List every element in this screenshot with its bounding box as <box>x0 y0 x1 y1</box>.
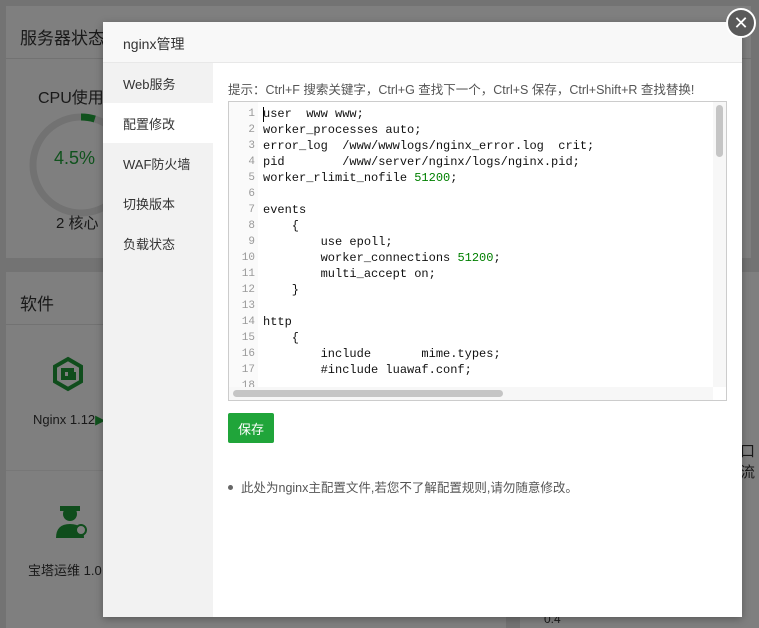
code-line: 16 include mime.types; <box>229 346 699 362</box>
line-code: use epoll; <box>263 235 393 249</box>
line-code: error_log /www/wwwlogs/nginx_error.log c… <box>263 139 595 153</box>
code-line: 5 worker_rlimit_nofile 51200; <box>229 170 699 186</box>
line-code: http <box>263 315 292 329</box>
code-line: 1 user www www; <box>229 106 699 122</box>
code-line: 14 http <box>229 314 699 330</box>
vertical-scrollbar[interactable] <box>713 102 726 387</box>
line-code: worker_processes auto; <box>263 123 422 137</box>
sidebar-item-web-service[interactable]: Web服务 <box>103 63 213 103</box>
dialog-body: Web服务 配置修改 WAF防火墙 切换版本 负载状态 提示：Ctrl+F 搜索… <box>103 63 742 617</box>
code-line: 15 { <box>229 330 699 346</box>
dialog-sidebar: Web服务 配置修改 WAF防火墙 切换版本 负载状态 <box>103 63 213 617</box>
line-number: 3 <box>248 140 255 152</box>
line-code: } <box>263 283 300 297</box>
horizontal-scrollbar-thumb[interactable] <box>233 390 503 397</box>
line-code: worker_rlimit_nofile 51200; <box>263 171 458 185</box>
code-line: 6 <box>229 186 699 202</box>
config-note: 此处为nginx主配置文件,若您不了解配置规则,请勿随意修改。 <box>228 477 578 496</box>
line-code: { <box>263 219 300 233</box>
line-number: 7 <box>248 204 255 216</box>
line-number: 9 <box>248 236 255 248</box>
line-code: multi_accept on; <box>263 267 436 281</box>
line-number: 14 <box>241 316 255 328</box>
line-number: 17 <box>241 364 255 376</box>
dialog-title: nginx管理 <box>123 36 185 52</box>
code-line: 17 #include luawaf.conf; <box>229 362 699 378</box>
line-code: pid /www/server/nginx/logs/nginx.pid; <box>263 155 580 169</box>
line-code: include mime.types; <box>263 347 501 361</box>
sidebar-item-waf[interactable]: WAF防火墙 <box>103 143 213 183</box>
code-line: 9 use epoll; <box>229 234 699 250</box>
line-code: events <box>263 203 307 217</box>
code-line: 8 { <box>229 218 699 234</box>
code-line: 4 pid /www/server/nginx/logs/nginx.pid; <box>229 154 699 170</box>
config-note-text: 此处为nginx主配置文件,若您不了解配置规则,请勿随意修改。 <box>241 481 578 495</box>
line-number: 11 <box>241 268 255 280</box>
line-number: 5 <box>248 172 255 184</box>
code-editor[interactable]: 1 user www www; 2 worker_processes auto; 3 er… <box>228 101 727 401</box>
line-code: user www www; <box>263 107 364 121</box>
line-number: 16 <box>241 348 255 360</box>
code-line: 13 <box>229 298 699 314</box>
sidebar-item-config-edit[interactable]: 配置修改 <box>103 103 213 143</box>
vertical-scrollbar-thumb[interactable] <box>716 105 723 157</box>
code-line: 2 worker_processes auto; <box>229 122 699 138</box>
line-number: 4 <box>248 156 255 168</box>
code-line: 7 events <box>229 202 699 218</box>
line-code: { <box>263 331 300 345</box>
line-code: worker_connections 51200; <box>263 251 501 265</box>
sidebar-item-load-status[interactable]: 负载状态 <box>103 223 213 263</box>
nginx-manager-dialog: nginx管理 Web服务 配置修改 WAF防火墙 切换版本 负载状态 提示：C… <box>103 22 742 617</box>
horizontal-scrollbar[interactable] <box>229 387 713 400</box>
line-number: 13 <box>241 300 255 312</box>
code-line: 3 error_log /www/wwwlogs/nginx_error.log … <box>229 138 699 154</box>
line-number: 10 <box>241 252 255 264</box>
code-line: 10 worker_connections 51200; <box>229 250 699 266</box>
close-icon[interactable]: ✕ <box>726 8 756 38</box>
line-number: 12 <box>241 284 255 296</box>
line-number: 8 <box>248 220 255 232</box>
line-number: 1 <box>248 108 255 120</box>
line-number: 15 <box>241 332 255 344</box>
config-edit-panel: 提示：Ctrl+F 搜索关键字，Ctrl+G 查找下一个，Ctrl+S 保存，C… <box>228 63 742 617</box>
code-line: 11 multi_accept on; <box>229 266 699 282</box>
sidebar-item-switch-version[interactable]: 切换版本 <box>103 183 213 223</box>
line-code: #include luawaf.conf; <box>263 363 472 377</box>
shortcut-hint: 提示：Ctrl+F 搜索关键字，Ctrl+G 查找下一个，Ctrl+S 保存，C… <box>228 83 695 97</box>
code-line: 12 } <box>229 282 699 298</box>
text-cursor <box>263 107 264 122</box>
save-button[interactable]: 保存 <box>228 413 274 443</box>
line-number: 2 <box>248 124 255 136</box>
line-number: 6 <box>248 188 255 200</box>
dialog-header: nginx管理 <box>103 22 742 63</box>
bullet-icon <box>228 485 233 491</box>
